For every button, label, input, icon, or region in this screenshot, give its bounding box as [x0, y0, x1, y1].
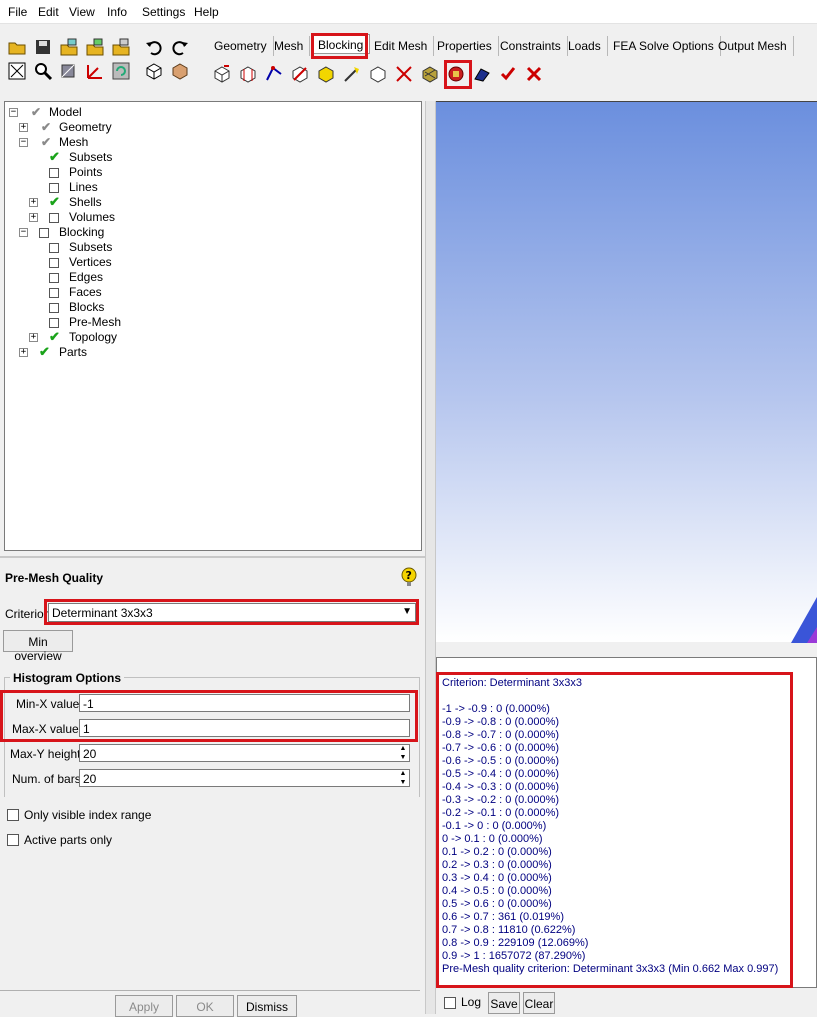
tree-item-mesh: Mesh	[59, 135, 89, 149]
tree-item-shells: Shells	[69, 195, 102, 209]
model-tree[interactable]: − ✔ Model + ✔ Geometry − ✔ Mesh ✔ Subset…	[4, 101, 422, 551]
menu-help[interactable]: Help	[194, 5, 219, 19]
measure-icon[interactable]	[58, 60, 80, 82]
edit-block-icon[interactable]	[289, 63, 311, 85]
svg-text:?: ?	[406, 569, 412, 582]
tree-item-edges: Edges	[69, 270, 104, 284]
tab-output-mesh[interactable]: Output Mesh	[712, 36, 794, 56]
button-bar-divider	[0, 990, 420, 991]
tree-item-volumes: Volumes	[69, 210, 116, 224]
panel-splitter[interactable]	[425, 101, 436, 1014]
refresh-icon[interactable]	[110, 60, 132, 82]
tree-item-faces: Faces	[69, 285, 102, 299]
menu-file[interactable]: File	[8, 5, 27, 19]
panel-divider	[0, 556, 425, 558]
menu-view[interactable]: View	[69, 5, 95, 19]
max-y-label: Max-Y height	[10, 747, 81, 761]
block-checks-icon[interactable]	[497, 63, 519, 85]
pre-mesh-params-icon[interactable]	[419, 63, 441, 85]
tree-item-mesh-subsets: Subsets	[69, 150, 113, 164]
tree-item-geometry: Geometry	[59, 120, 112, 134]
highlight-blocking-tab	[311, 33, 368, 59]
tree-item-lines: Lines	[69, 180, 98, 194]
log-label: Log	[461, 995, 482, 1009]
active-parts-label: Active parts only	[24, 833, 113, 847]
active-parts-checkbox[interactable]	[7, 834, 19, 846]
save-icon[interactable]	[32, 36, 54, 58]
tree-item-pre-mesh: Pre-Mesh	[69, 315, 122, 329]
highlight-pre-mesh-quality-icon	[444, 60, 472, 89]
blocking-toolbar	[205, 60, 817, 90]
histogram-title: Histogram Options	[10, 671, 125, 685]
edit-edge-icon[interactable]	[393, 63, 415, 85]
tab-loads[interactable]: Loads	[562, 36, 608, 56]
zoom-box-icon[interactable]	[32, 60, 54, 82]
only-visible-label: Only visible index range	[24, 808, 152, 822]
highlight-criterion	[44, 599, 419, 625]
open-geometry-icon[interactable]	[58, 36, 80, 58]
redo-icon[interactable]	[169, 36, 191, 58]
pre-mesh-smooth-icon[interactable]	[471, 63, 493, 85]
panel-title: Pre-Mesh Quality	[5, 571, 104, 585]
tree-item-points: Points	[69, 165, 103, 179]
save-output-button[interactable]: Save	[488, 992, 520, 1014]
num-bars-input[interactable]: 20	[79, 769, 410, 787]
num-bars-stepper[interactable]: ▲ ▼	[398, 769, 408, 787]
min-overview-button[interactable]: Min overview	[3, 630, 73, 663]
num-bars-label: Num. of bars	[12, 772, 81, 786]
open-blocking-icon[interactable]	[110, 36, 132, 58]
max-y-input[interactable]: 20	[79, 744, 410, 762]
tab-geometry[interactable]: Geometry	[208, 36, 274, 56]
tab-constraints[interactable]: Constraints	[494, 36, 568, 56]
max-y-stepper[interactable]: ▲ ▼	[398, 744, 408, 762]
open-mesh-icon[interactable]	[84, 36, 106, 58]
main-toolbar	[0, 30, 200, 94]
tree-item-blocks: Blocks	[69, 300, 105, 314]
transform-blocks-icon[interactable]	[367, 63, 389, 85]
tab-properties[interactable]: Properties	[431, 36, 499, 56]
fit-window-icon[interactable]	[6, 60, 28, 82]
only-visible-checkbox[interactable]	[7, 809, 19, 821]
menu-settings[interactable]: Settings	[142, 5, 185, 19]
lcs-icon[interactable]	[84, 60, 106, 82]
delete-block-icon[interactable]	[523, 63, 545, 85]
model-fragment	[791, 597, 817, 643]
graphics-viewport[interactable]	[436, 101, 817, 643]
tree-item-model: Model	[49, 105, 82, 119]
clear-output-button[interactable]: Clear	[523, 992, 555, 1014]
tab-fea-solve-options[interactable]: FEA Solve Options	[607, 36, 721, 56]
menu-bar: File Edit View Info Settings Help	[0, 0, 817, 24]
split-block-icon[interactable]	[237, 63, 259, 85]
tree-item-blocking: Blocking	[59, 225, 105, 239]
move-vertex-icon[interactable]	[341, 63, 363, 85]
help-icon[interactable]: ?	[400, 567, 418, 587]
log-checkbox[interactable]	[444, 997, 456, 1009]
tree-item-parts: Parts	[59, 345, 88, 359]
tree-item-vertices: Vertices	[69, 255, 112, 269]
highlight-x-range	[0, 690, 418, 742]
merge-vertices-icon[interactable]	[263, 63, 285, 85]
menu-edit[interactable]: Edit	[38, 5, 59, 19]
shaded-mode-icon[interactable]	[169, 60, 191, 82]
highlight-output	[436, 672, 793, 988]
tree-item-topology: Topology	[69, 330, 118, 344]
tree-item-blocking-subsets: Subsets	[69, 240, 113, 254]
undo-icon[interactable]	[143, 36, 165, 58]
display-mode-icon[interactable]	[143, 60, 165, 82]
open-folder-icon[interactable]	[6, 36, 28, 58]
create-block-icon[interactable]	[211, 63, 233, 85]
tab-mesh[interactable]: Mesh	[268, 36, 311, 56]
tab-edit-mesh[interactable]: Edit Mesh	[368, 36, 435, 56]
associate-icon[interactable]	[315, 63, 337, 85]
menu-info[interactable]: Info	[107, 5, 127, 19]
